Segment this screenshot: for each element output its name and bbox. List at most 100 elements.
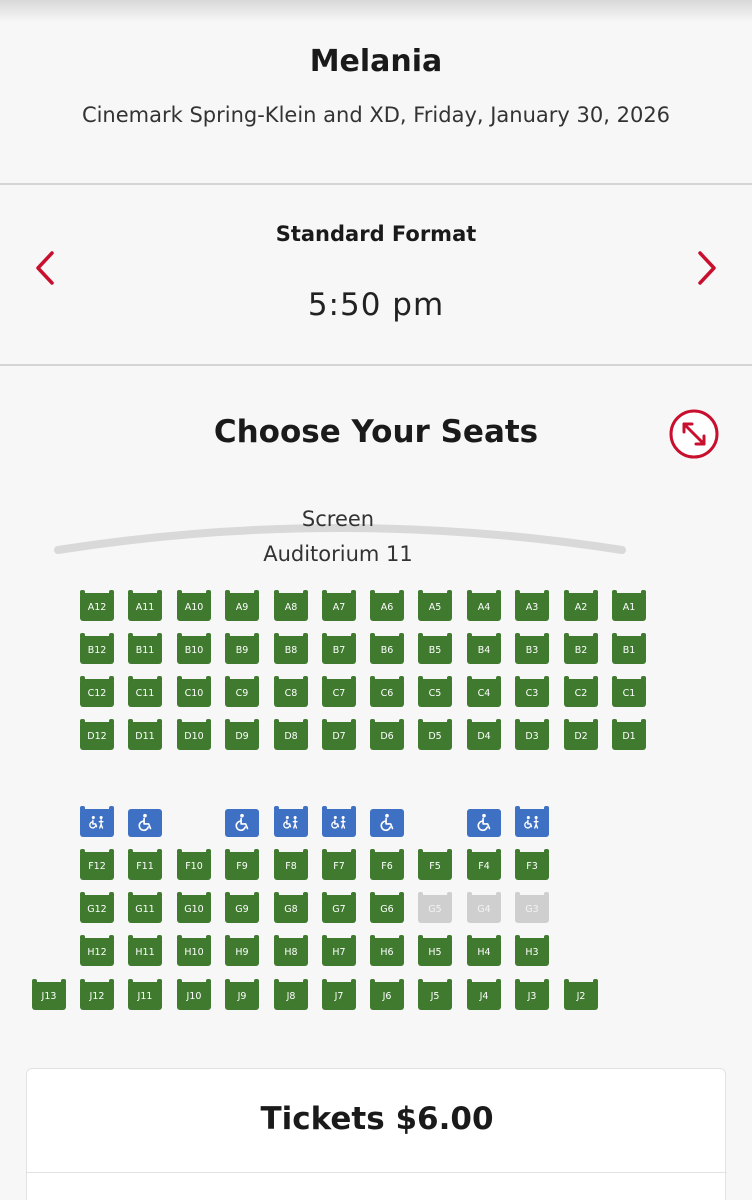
seat-g9[interactable]: G9 [225,892,259,923]
seat-h10[interactable]: H10 [177,935,211,966]
seat-d6[interactable]: D6 [370,719,404,750]
next-showtime-button[interactable] [686,245,726,291]
seat-j8[interactable]: J8 [274,979,308,1010]
seat-b10[interactable]: B10 [177,633,211,664]
seat-a9[interactable]: A9 [225,590,259,621]
seat-c5[interactable]: C5 [418,676,452,707]
seat-f3[interactable]: F3 [515,849,549,880]
seat-c12[interactable]: C12 [80,676,114,707]
seat-c4[interactable]: C4 [467,676,501,707]
seat-a6[interactable]: A6 [370,590,404,621]
seat-c8[interactable]: C8 [274,676,308,707]
seat-a4[interactable]: A4 [467,590,501,621]
seat-h12[interactable]: H12 [80,935,114,966]
seat-wheelchair[interactable] [128,809,162,837]
seat-c10[interactable]: C10 [177,676,211,707]
seat-f10[interactable]: F10 [177,849,211,880]
seat-d12[interactable]: D12 [80,719,114,750]
seat-d4[interactable]: D4 [467,719,501,750]
seat-g6[interactable]: G6 [370,892,404,923]
seat-b4[interactable]: B4 [467,633,501,664]
seat-f9[interactable]: F9 [225,849,259,880]
seat-f5[interactable]: F5 [418,849,452,880]
seat-h11[interactable]: H11 [128,935,162,966]
seat-c9[interactable]: C9 [225,676,259,707]
seat-b1[interactable]: B1 [612,633,646,664]
seat-b8[interactable]: B8 [274,633,308,664]
seat-d1[interactable]: D1 [612,719,646,750]
seat-g12[interactable]: G12 [80,892,114,923]
seat-c2[interactable]: C2 [564,676,598,707]
seat-f8[interactable]: F8 [274,849,308,880]
seat-f7[interactable]: F7 [322,849,356,880]
seat-d3[interactable]: D3 [515,719,549,750]
seat-c11[interactable]: C11 [128,676,162,707]
seat-b9[interactable]: B9 [225,633,259,664]
seat-a10[interactable]: A10 [177,590,211,621]
seat-j4[interactable]: J4 [467,979,501,1010]
seat-j13[interactable]: J13 [32,979,66,1010]
seat-b3[interactable]: B3 [515,633,549,664]
seat-d9[interactable]: D9 [225,719,259,750]
seat-b5[interactable]: B5 [418,633,452,664]
seat-b7[interactable]: B7 [322,633,356,664]
seat-companion[interactable] [274,806,308,837]
seat-j10[interactable]: J10 [177,979,211,1010]
seat-c7[interactable]: C7 [322,676,356,707]
seat-j6[interactable]: J6 [370,979,404,1010]
expand-seat-map-button[interactable] [668,408,720,460]
seat-j12[interactable]: J12 [80,979,114,1010]
seat-a12[interactable]: A12 [80,590,114,621]
seat-c1[interactable]: C1 [612,676,646,707]
seat-a7[interactable]: A7 [322,590,356,621]
seat-d2[interactable]: D2 [564,719,598,750]
seat-j9[interactable]: J9 [225,979,259,1010]
seat-companion[interactable] [80,806,114,837]
seat-g11[interactable]: G11 [128,892,162,923]
seat-a5[interactable]: A5 [418,590,452,621]
seat-h7[interactable]: H7 [322,935,356,966]
seat-d7[interactable]: D7 [322,719,356,750]
seat-b6[interactable]: B6 [370,633,404,664]
seat-b2[interactable]: B2 [564,633,598,664]
seat-g7[interactable]: G7 [322,892,356,923]
movie-title: Melania [309,44,443,79]
seat-d8[interactable]: D8 [274,719,308,750]
seat-h4[interactable]: H4 [467,935,501,966]
seat-h3[interactable]: H3 [515,935,549,966]
seat-a11[interactable]: A11 [128,590,162,621]
seat-wheelchair[interactable] [370,809,404,837]
seat-f4[interactable]: F4 [467,849,501,880]
seat-j11[interactable]: J11 [128,979,162,1010]
seat-j3[interactable]: J3 [515,979,549,1010]
seat-a1[interactable]: A1 [612,590,646,621]
seat-d10[interactable]: D10 [177,719,211,750]
seat-c3[interactable]: C3 [515,676,549,707]
seat-g8[interactable]: G8 [274,892,308,923]
seat-companion[interactable] [322,806,356,837]
seat-j7[interactable]: J7 [322,979,356,1010]
expand-icon [669,409,719,459]
seat-wheelchair[interactable] [467,809,501,837]
seat-h9[interactable]: H9 [225,935,259,966]
seat-c6[interactable]: C6 [370,676,404,707]
seat-j5[interactable]: J5 [418,979,452,1010]
seat-b11[interactable]: B11 [128,633,162,664]
seat-g10[interactable]: G10 [177,892,211,923]
seat-a2[interactable]: A2 [564,590,598,621]
seat-companion[interactable] [515,806,549,837]
seat-j2[interactable]: J2 [564,979,598,1010]
seat-h8[interactable]: H8 [274,935,308,966]
seat-f11[interactable]: F11 [128,849,162,880]
seat-h6[interactable]: H6 [370,935,404,966]
seat-a8[interactable]: A8 [274,590,308,621]
seat-d5[interactable]: D5 [418,719,452,750]
seat-d11[interactable]: D11 [128,719,162,750]
seat-h5[interactable]: H5 [418,935,452,966]
seat-f6[interactable]: F6 [370,849,404,880]
seat-f12[interactable]: F12 [80,849,114,880]
seat-b12[interactable]: B12 [80,633,114,664]
previous-showtime-button[interactable] [26,245,66,291]
seat-a3[interactable]: A3 [515,590,549,621]
seat-wheelchair[interactable] [225,809,259,837]
